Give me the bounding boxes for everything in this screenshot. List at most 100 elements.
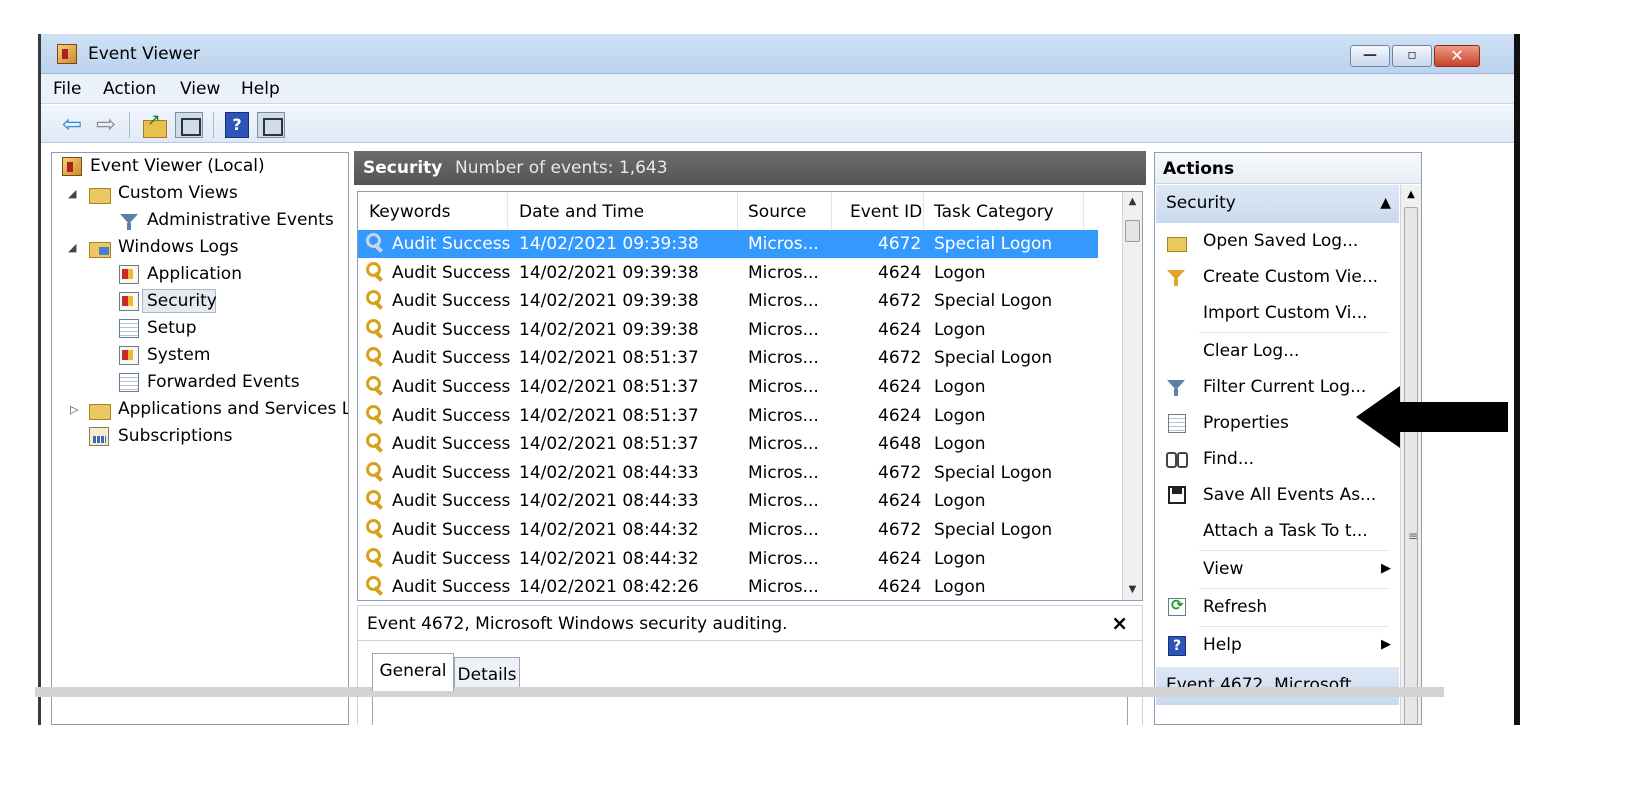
action-create-custom-view[interactable]: Create Custom Vie... bbox=[1156, 260, 1399, 296]
minimize-button[interactable]: — bbox=[1350, 45, 1390, 67]
table-row[interactable]: Audit Success 14/02/2021 08:44:32 Micros..… bbox=[358, 516, 1098, 544]
cell-datetime: 14/02/2021 08:44:33 bbox=[519, 462, 699, 483]
maximize-icon: ▫ bbox=[1407, 47, 1417, 63]
action-clear-log[interactable]: Clear Log... bbox=[1156, 334, 1399, 370]
menu-help[interactable]: Help bbox=[241, 79, 280, 99]
events-scrollbar[interactable]: ▲ ▼ bbox=[1122, 192, 1142, 600]
tree-item-custom-views[interactable]: ◢ Custom Views bbox=[52, 182, 342, 206]
cell-source: Micros... bbox=[748, 577, 819, 598]
key-icon bbox=[365, 575, 387, 597]
column-header-label: Event ID bbox=[850, 202, 923, 222]
tab-label: General bbox=[379, 661, 447, 681]
cell-task: Logon bbox=[934, 434, 986, 455]
table-row[interactable]: Audit Success 14/02/2021 09:39:38 Micros..… bbox=[358, 287, 1098, 315]
collapse-up-icon[interactable]: ▲ bbox=[1380, 195, 1391, 211]
tab-details[interactable]: Details bbox=[454, 657, 520, 691]
table-row[interactable]: Audit Success 14/02/2021 09:39:38 Micros..… bbox=[358, 316, 1098, 344]
menu-view[interactable]: View bbox=[180, 79, 220, 99]
actions-section-security[interactable]: Security ▲ bbox=[1156, 185, 1399, 223]
column-header-keywords[interactable]: Keywords bbox=[358, 192, 508, 230]
action-attach-task[interactable]: Attach a Task To t... bbox=[1156, 514, 1399, 550]
table-row[interactable]: Audit Success 14/02/2021 08:51:37 Micros..… bbox=[358, 373, 1098, 401]
table-row[interactable]: Audit Success 14/02/2021 08:51:37 Micros..… bbox=[358, 402, 1098, 430]
tree-item-administrative-events[interactable]: Administrative Events bbox=[52, 209, 342, 233]
action-import-custom-view[interactable]: Import Custom Vi... bbox=[1156, 296, 1399, 332]
column-header-event-id[interactable]: Event ID bbox=[832, 192, 924, 230]
table-row[interactable]: Audit Success 14/02/2021 08:44:33 Micros..… bbox=[358, 459, 1098, 487]
column-header-task-category[interactable]: Task Category bbox=[924, 192, 1084, 230]
tab-general[interactable]: General bbox=[372, 653, 454, 691]
actions-separator bbox=[1199, 332, 1389, 333]
action-help[interactable]: ? Help ▶ bbox=[1156, 628, 1399, 664]
table-row[interactable]: Audit Success 14/02/2021 08:44:33 Micros..… bbox=[358, 487, 1098, 515]
key-icon bbox=[365, 461, 387, 483]
table-row[interactable]: Audit Success 14/02/2021 08:51:37 Micros..… bbox=[358, 430, 1098, 458]
actions-title: Actions bbox=[1163, 159, 1235, 179]
folder-icon bbox=[89, 400, 111, 420]
cell-task: Logon bbox=[934, 319, 986, 340]
show-hide-console-tree-icon[interactable] bbox=[175, 112, 203, 138]
event-detail-header: Event 4672, Microsoft Windows security a… bbox=[357, 605, 1143, 641]
key-icon bbox=[365, 547, 387, 569]
scroll-thumb[interactable] bbox=[1404, 207, 1418, 724]
close-detail-icon[interactable]: × bbox=[1111, 611, 1128, 635]
show-hide-action-pane-icon[interactable] bbox=[257, 112, 285, 138]
event-viewer-icon bbox=[62, 157, 82, 176]
action-view[interactable]: View ▶ bbox=[1156, 552, 1399, 588]
collapsed-triangle-icon[interactable]: ▷ bbox=[70, 403, 78, 416]
action-label: Help bbox=[1203, 635, 1242, 655]
menu-action[interactable]: Action bbox=[103, 79, 156, 99]
action-refresh[interactable]: Refresh bbox=[1156, 590, 1399, 626]
tree-item-application[interactable]: Application bbox=[52, 263, 342, 287]
action-label: Refresh bbox=[1203, 597, 1268, 617]
scroll-up-icon[interactable]: ▲ bbox=[1401, 189, 1421, 200]
help-icon[interactable]: ? bbox=[225, 112, 249, 138]
scroll-down-icon[interactable]: ▼ bbox=[1123, 580, 1142, 600]
actions-section-event[interactable]: Event 4672, Microsoft ... bbox=[1156, 667, 1399, 705]
find-binoculars-icon bbox=[1166, 450, 1188, 470]
column-header-source[interactable]: Source bbox=[738, 192, 832, 230]
back-arrow-icon[interactable]: ⇦ bbox=[59, 112, 85, 138]
tree-label: Setup bbox=[147, 318, 197, 338]
table-row[interactable]: Audit Success 14/02/2021 09:39:38 Micros..… bbox=[358, 259, 1098, 287]
close-icon: ✕ bbox=[1450, 46, 1464, 65]
tree-item-applications-and-services[interactable]: ▷ Applications and Services Lo bbox=[52, 398, 348, 422]
cell-keywords: Audit Success bbox=[392, 462, 511, 483]
action-label: Open Saved Log... bbox=[1203, 231, 1359, 251]
forward-arrow-icon[interactable]: ⇨ bbox=[93, 112, 119, 138]
filter-icon bbox=[119, 211, 139, 230]
tree-item-event-viewer-local[interactable]: Event Viewer (Local) bbox=[52, 155, 342, 179]
tree-item-system[interactable]: System bbox=[52, 344, 342, 368]
table-row[interactable]: Audit Success 14/02/2021 08:44:32 Micros..… bbox=[358, 545, 1098, 573]
filter-icon bbox=[1166, 268, 1188, 288]
actions-scrollbar[interactable]: ▲ ≡ bbox=[1400, 185, 1421, 724]
table-row[interactable]: Audit Success 14/02/2021 09:39:38 Micros..… bbox=[358, 230, 1098, 258]
scroll-thumb[interactable] bbox=[1125, 220, 1140, 242]
table-row[interactable]: Audit Success 14/02/2021 08:51:37 Micros..… bbox=[358, 344, 1098, 372]
key-icon bbox=[365, 289, 387, 311]
tree-item-forwarded-events[interactable]: Forwarded Events bbox=[52, 371, 342, 395]
column-header-date-and-time[interactable]: Date and Time bbox=[508, 192, 738, 230]
close-window-button[interactable]: ✕ bbox=[1434, 45, 1480, 67]
tree-item-security[interactable]: Security bbox=[52, 289, 342, 314]
action-save-all-events[interactable]: Save All Events As... bbox=[1156, 478, 1399, 514]
scroll-up-icon[interactable]: ▲ bbox=[1123, 192, 1142, 212]
cell-task: Special Logon bbox=[934, 462, 1053, 483]
up-one-level-icon[interactable] bbox=[141, 110, 169, 138]
menu-file[interactable]: File bbox=[53, 79, 81, 99]
maximize-button[interactable]: ▫ bbox=[1392, 45, 1432, 67]
cell-keywords: Audit Success bbox=[392, 405, 511, 426]
table-row[interactable]: Audit Success 14/02/2021 08:42:26 Micros..… bbox=[358, 573, 1098, 600]
action-open-saved-log[interactable]: Open Saved Log... bbox=[1156, 224, 1399, 260]
expanded-triangle-icon[interactable]: ◢ bbox=[68, 241, 76, 254]
tree-item-setup[interactable]: Setup bbox=[52, 317, 342, 341]
actions-separator bbox=[1199, 626, 1389, 627]
cell-datetime: 14/02/2021 08:51:37 bbox=[519, 377, 699, 397]
tree-label: Subscriptions bbox=[118, 426, 233, 446]
tree-label: Application bbox=[147, 264, 242, 284]
tree-item-subscriptions[interactable]: Subscriptions bbox=[52, 425, 342, 449]
cell-task: Logon bbox=[934, 262, 986, 283]
expanded-triangle-icon[interactable]: ◢ bbox=[68, 187, 76, 200]
tree-item-windows-logs[interactable]: ◢ Windows Logs bbox=[52, 236, 342, 260]
key-icon bbox=[365, 232, 387, 254]
